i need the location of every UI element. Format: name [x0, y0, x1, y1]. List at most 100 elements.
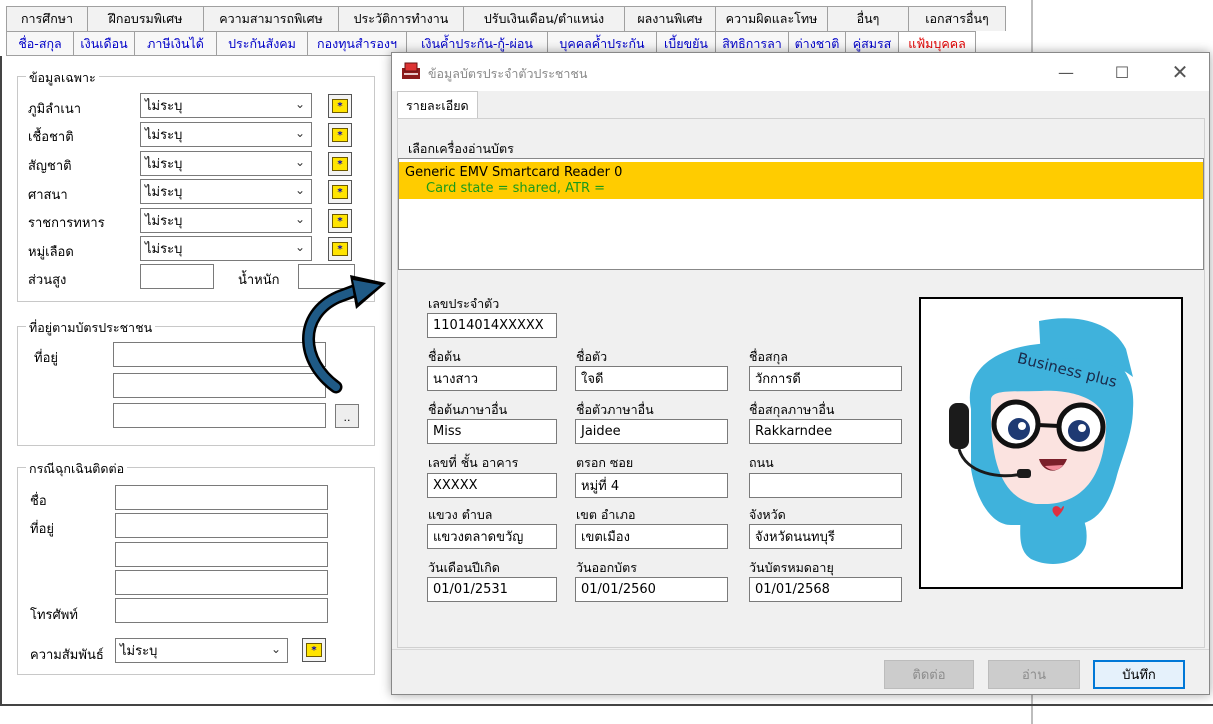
tab-income-tax[interactable]: ภาษีเงินได้ — [134, 31, 217, 55]
last-name-en-field[interactable]: Rakkarndee — [749, 419, 902, 444]
province-label: จังหวัด — [749, 507, 786, 522]
address-line-3-input[interactable] — [113, 403, 326, 428]
ethnicity-select[interactable]: ไม่ระบุ ⌄ — [140, 122, 312, 147]
blood-type-value: ไม่ระบุ — [145, 242, 183, 257]
folder-star-icon: * — [306, 643, 322, 657]
prefix-en-field[interactable]: Miss — [427, 419, 557, 444]
emergency-phone-input[interactable] — [115, 598, 328, 623]
soi-field[interactable]: หมู่ที่ 4 — [575, 473, 728, 498]
address-browse-button[interactable]: .. — [335, 404, 359, 428]
emergency-phone-label: โทรศัพท์ — [30, 608, 78, 623]
road-label: ถนน — [749, 455, 774, 470]
hometown-select[interactable]: ไม่ระบุ ⌄ — [140, 93, 312, 118]
hometown-folder-button[interactable]: * — [328, 94, 352, 118]
chevron-down-icon: ⌄ — [270, 642, 281, 656]
tab-offenses[interactable]: ความผิดและโทษ — [715, 6, 828, 31]
reader-caption: เลือกเครื่องอ่านบัตร — [408, 141, 514, 156]
province-field[interactable]: จังหวัดนนทบุรี — [749, 524, 902, 549]
folder-star-icon: * — [332, 99, 348, 113]
read-button[interactable]: อ่าน — [988, 660, 1080, 689]
ethnicity-label: เชื้อชาติ — [28, 130, 74, 145]
military-label: ราชการทหาร — [28, 216, 105, 231]
expire-date-label: วันบัตรหมดอายุ — [749, 560, 834, 575]
chevron-down-icon: ⌄ — [294, 212, 305, 226]
military-value: ไม่ระบุ — [145, 214, 183, 229]
emergency-name-label: ชื่อ — [30, 494, 47, 509]
connect-button[interactable]: ติดต่อ — [884, 660, 974, 689]
address-label: ที่อยู่ — [34, 351, 58, 366]
issue-date-field[interactable]: 01/01/2560 — [575, 577, 728, 602]
emergency-name-input[interactable] — [115, 485, 328, 510]
reader-list[interactable]: Generic EMV Smartcard Reader 0 Card stat… — [398, 158, 1204, 270]
chevron-down-icon: ⌄ — [294, 155, 305, 169]
reader-state: Card state = shared, ATR = — [426, 181, 606, 196]
tab-abilities[interactable]: ความสามารถพิเศษ — [203, 6, 339, 31]
blood-type-select[interactable]: ไม่ระบุ ⌄ — [140, 236, 312, 261]
tab-social-security[interactable]: ประกันสังคม — [216, 31, 308, 55]
last-name-label: ชื่อสกุล — [749, 349, 788, 364]
maximize-button[interactable]: ☐ — [1102, 59, 1142, 85]
nationality-select[interactable]: ไม่ระบุ ⌄ — [140, 151, 312, 176]
relation-select[interactable]: ไม่ระบุ ⌄ — [115, 638, 288, 663]
dialog-titlebar: ข้อมูลบัตรประจำตัวประชาชน — ☐ ✕ — [392, 53, 1209, 91]
nationality-label: สัญชาติ — [28, 159, 72, 174]
height-label: ส่วนสูง — [28, 273, 67, 288]
tab-row-1: การศึกษา ฝึกอบรมพิเศษ ความสามารถพิเศษ ปร… — [6, 6, 1006, 31]
first-name-en-label: ชื่อตัวภาษาอื่น — [576, 402, 654, 417]
military-folder-button[interactable]: * — [328, 209, 352, 233]
height-input[interactable] — [140, 264, 214, 289]
folder-star-icon: * — [332, 214, 348, 228]
religion-folder-button[interactable]: * — [328, 180, 352, 204]
relation-folder-button[interactable]: * — [302, 638, 326, 662]
tab-work-history[interactable]: ประวัติการทำงาน — [338, 6, 464, 31]
first-name-en-field[interactable]: Jaidee — [575, 419, 728, 444]
close-button[interactable]: ✕ — [1160, 59, 1200, 85]
ethnicity-folder-button[interactable]: * — [328, 123, 352, 147]
tab-other-documents[interactable]: เอกสารอื่นๆ — [908, 6, 1006, 31]
house-number-field[interactable]: XXXXX — [427, 473, 557, 498]
tab-education[interactable]: การศึกษา — [6, 6, 88, 31]
emergency-address-line-3[interactable] — [115, 570, 328, 595]
business-plus-mascot: Business plus — [949, 318, 1134, 564]
emergency-address-line-2[interactable] — [115, 542, 328, 567]
folder-star-icon: * — [332, 185, 348, 199]
first-name-field[interactable]: ใจดี — [575, 366, 728, 391]
birth-date-label: วันเดือนปีเกิด — [428, 560, 500, 575]
save-button[interactable]: บันทึก — [1093, 660, 1185, 689]
chevron-down-icon: ⌄ — [294, 240, 305, 254]
blood-type-folder-button[interactable]: * — [328, 237, 352, 261]
address-title: ที่อยู่ตามบัตรประชาชน — [26, 318, 156, 338]
road-field[interactable] — [749, 473, 902, 498]
chevron-down-icon: ⌄ — [294, 183, 305, 197]
tab-others[interactable]: อื่นๆ — [827, 6, 909, 31]
tab-salary-adjust[interactable]: ปรับเงินเดือน/ตำแหน่ง — [463, 6, 625, 31]
last-name-field[interactable]: วักการดี — [749, 366, 902, 391]
address-line-2-input[interactable] — [113, 373, 326, 398]
expire-date-field[interactable]: 01/01/2568 — [749, 577, 902, 602]
emergency-address-line-1[interactable] — [115, 513, 328, 538]
emergency-title: กรณีฉุกเฉินติดต่อ — [26, 459, 128, 479]
reader-name: Generic EMV Smartcard Reader 0 — [405, 165, 623, 180]
prefix-field[interactable]: นางสาว — [427, 366, 557, 391]
curved-arrow-icon — [302, 275, 386, 394]
tab-salary[interactable]: เงินเดือน — [73, 31, 135, 55]
reader-item[interactable]: Generic EMV Smartcard Reader 0 Card stat… — [399, 162, 1203, 199]
address-line-1-input[interactable] — [113, 342, 326, 367]
subdistrict-field[interactable]: แขวงตลาดขวัญ — [427, 524, 557, 549]
birth-date-field[interactable]: 01/01/2531 — [427, 577, 557, 602]
military-select[interactable]: ไม่ระบุ ⌄ — [140, 208, 312, 233]
district-field[interactable]: เขตเมือง — [575, 524, 728, 549]
emergency-address-label: ที่อยู่ — [30, 522, 54, 537]
footer-separator — [392, 649, 1209, 650]
religion-select[interactable]: ไม่ระบุ ⌄ — [140, 179, 312, 204]
tab-details[interactable]: รายละเอียด — [397, 91, 478, 119]
id-number-field[interactable]: 11014014XXXXX — [427, 313, 557, 338]
minimize-button[interactable]: — — [1046, 59, 1086, 85]
hometown-value: ไม่ระบุ — [145, 99, 183, 114]
chevron-down-icon: ⌄ — [294, 126, 305, 140]
nationality-folder-button[interactable]: * — [328, 152, 352, 176]
tab-training[interactable]: ฝึกอบรมพิเศษ — [87, 6, 204, 31]
tab-name[interactable]: ชื่อ-สกุล — [6, 31, 74, 55]
tab-special-work[interactable]: ผลงานพิเศษ — [624, 6, 716, 31]
folder-star-icon: * — [332, 242, 348, 256]
